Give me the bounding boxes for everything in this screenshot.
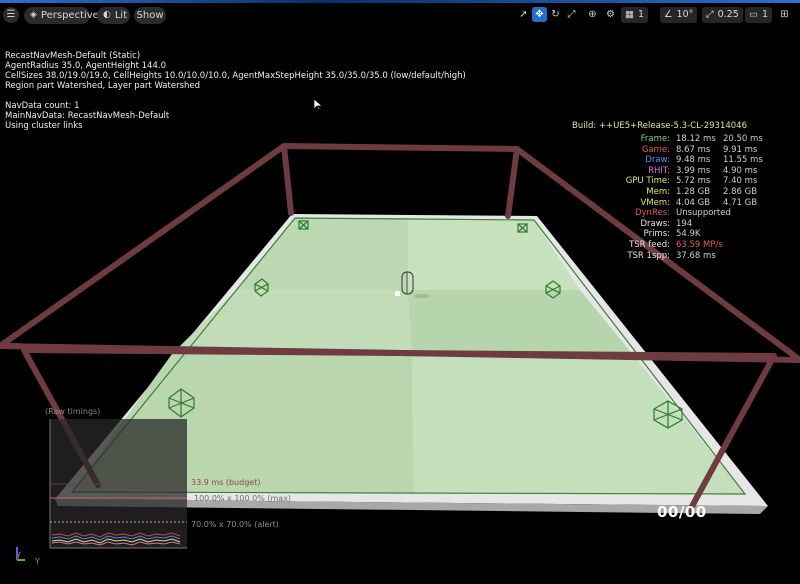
stat-label: RHIT:	[648, 165, 670, 176]
hamburger-icon[interactable]: ☰	[3, 7, 19, 23]
stat-label: VMem:	[640, 197, 670, 208]
angle-snap-icon: ∠	[664, 9, 673, 20]
mouse-cursor-icon	[313, 98, 323, 111]
perspective-button[interactable]: ◈ Perspective	[24, 7, 99, 24]
world-space-icon[interactable]: ⊕	[585, 7, 600, 22]
stat-label: TSR 1spp:	[627, 250, 670, 261]
rotation-snap-control[interactable]: ∠ 10°	[660, 7, 698, 23]
stat-value-avg: 18.12 ms	[676, 134, 716, 144]
stat-value-avg: 5.72 ms	[676, 176, 711, 187]
camera-speed-value: 1	[761, 9, 769, 20]
editor-viewport[interactable]: (Raw timings) 33.9 ms (budget) 100.0% x …	[0, 0, 800, 584]
scale-snap-icon: ⤢	[706, 9, 714, 20]
stat-value-avg: 4.04 GB	[676, 197, 711, 208]
lit-sphere-icon: ◐	[103, 10, 111, 20]
partition-info: Region part Watershed, Layer part Waters…	[5, 81, 201, 91]
perspective-label: Perspective	[40, 10, 99, 21]
grid-snap-control[interactable]: ▦ 1	[621, 7, 649, 23]
navmesh-debug-text: RecastNavMesh-Default (Static) AgentRadiu…	[5, 51, 466, 131]
axis-y-label: Y	[35, 557, 40, 566]
select-mode-icon[interactable]: ➚	[516, 7, 531, 22]
translate-mode-icon[interactable]: ✥	[532, 7, 547, 22]
stat-value-max: 2.86 GB	[723, 187, 758, 197]
stat-label: Draw:	[645, 155, 670, 166]
stat-value-avg: 3.99 ms	[676, 165, 711, 176]
scale-snap-value: 0.25	[717, 9, 739, 20]
stat-label: GPU Time:	[625, 176, 670, 187]
rotate-mode-icon[interactable]: ↻	[548, 7, 563, 22]
show-button[interactable]: Show	[134, 7, 166, 24]
build-label: Build: ++UE5+Release-5.3-CL-29314046	[572, 121, 747, 131]
stat-label: Game:	[641, 144, 670, 155]
viewport-toolbar: ☰ ◈ Perspective ◐ Lit Show ➚ ✥ ↻ ⤢ ⊕ ⚙ ▦…	[0, 7, 800, 25]
stat-value-avg: 37.68 ms	[676, 250, 716, 261]
scale-snap-control[interactable]: ⤢ 0.25	[702, 7, 743, 23]
cluster-links-info: Using cluster links	[5, 121, 83, 131]
stat-label: DynRes:	[634, 208, 670, 219]
camera-speed-control[interactable]: ▭ 1	[745, 7, 773, 23]
surface-snap-icon[interactable]: ⚙	[603, 7, 618, 22]
stat-value-max: 11.55 ms	[723, 155, 763, 166]
stat-value-avg: 194	[676, 218, 693, 229]
frame-counter: 00/00	[657, 503, 707, 521]
camera-icon: ▭	[749, 9, 758, 20]
maximize-viewport-icon[interactable]: ⊞	[777, 7, 792, 22]
lit-button[interactable]: ◐ Lit	[97, 7, 130, 24]
stat-value-avg: 54.9K	[676, 229, 701, 240]
stat-value-avg: Unsupported	[676, 208, 731, 219]
show-label: Show	[136, 10, 164, 21]
graph-title: (Raw timings)	[45, 407, 101, 416]
stat-value-avg: 63.59 MP/s	[676, 240, 723, 250]
stat-label: Draws:	[640, 218, 671, 229]
scale-mode-icon[interactable]: ⤢	[564, 7, 579, 22]
rotation-snap-value: 10°	[676, 9, 694, 20]
stat-label: TSR feed:	[629, 240, 670, 250]
stat-label: Mem:	[646, 187, 670, 197]
navmesh-name: RecastNavMesh-Default (Static)	[5, 51, 141, 61]
navdata-count: NavData count: 1	[5, 101, 80, 111]
stat-value-avg: 9.48 ms	[676, 155, 711, 166]
cell-info: CellSizes 38.0/19.0/19.0, CellHeights 10…	[5, 71, 466, 81]
graph-max-label: 100.0% x 100.0% (max)	[194, 494, 292, 503]
stat-label: Frame:	[640, 134, 670, 144]
graph-budget-label: 33.9 ms (budget)	[191, 478, 261, 487]
stat-value-max: 4.90 ms	[723, 165, 758, 176]
grid-snap-icon: ▦	[625, 9, 634, 20]
lit-label: Lit	[114, 10, 128, 21]
stat-label: Prims:	[643, 229, 670, 240]
stat-value-avg: 8.67 ms	[676, 144, 711, 155]
stat-value-max: 9.91 ms	[723, 144, 758, 155]
stat-value-avg: 1.28 GB	[676, 187, 711, 197]
grid-snap-value: 1	[637, 9, 645, 20]
graph-alert-label: 70.0% x 70.0% (alert)	[191, 520, 279, 529]
stat-value-max: 20.50 ms	[723, 134, 763, 144]
stat-value-max: 4.71 GB	[723, 197, 758, 208]
cube-icon: ◈	[30, 10, 37, 20]
agent-info: AgentRadius 35.0, AgentHeight 144.0	[5, 61, 166, 71]
main-navdata: MainNavData: RecastNavMesh-Default	[5, 111, 170, 121]
stat-value-max: 7.40 ms	[723, 176, 758, 187]
